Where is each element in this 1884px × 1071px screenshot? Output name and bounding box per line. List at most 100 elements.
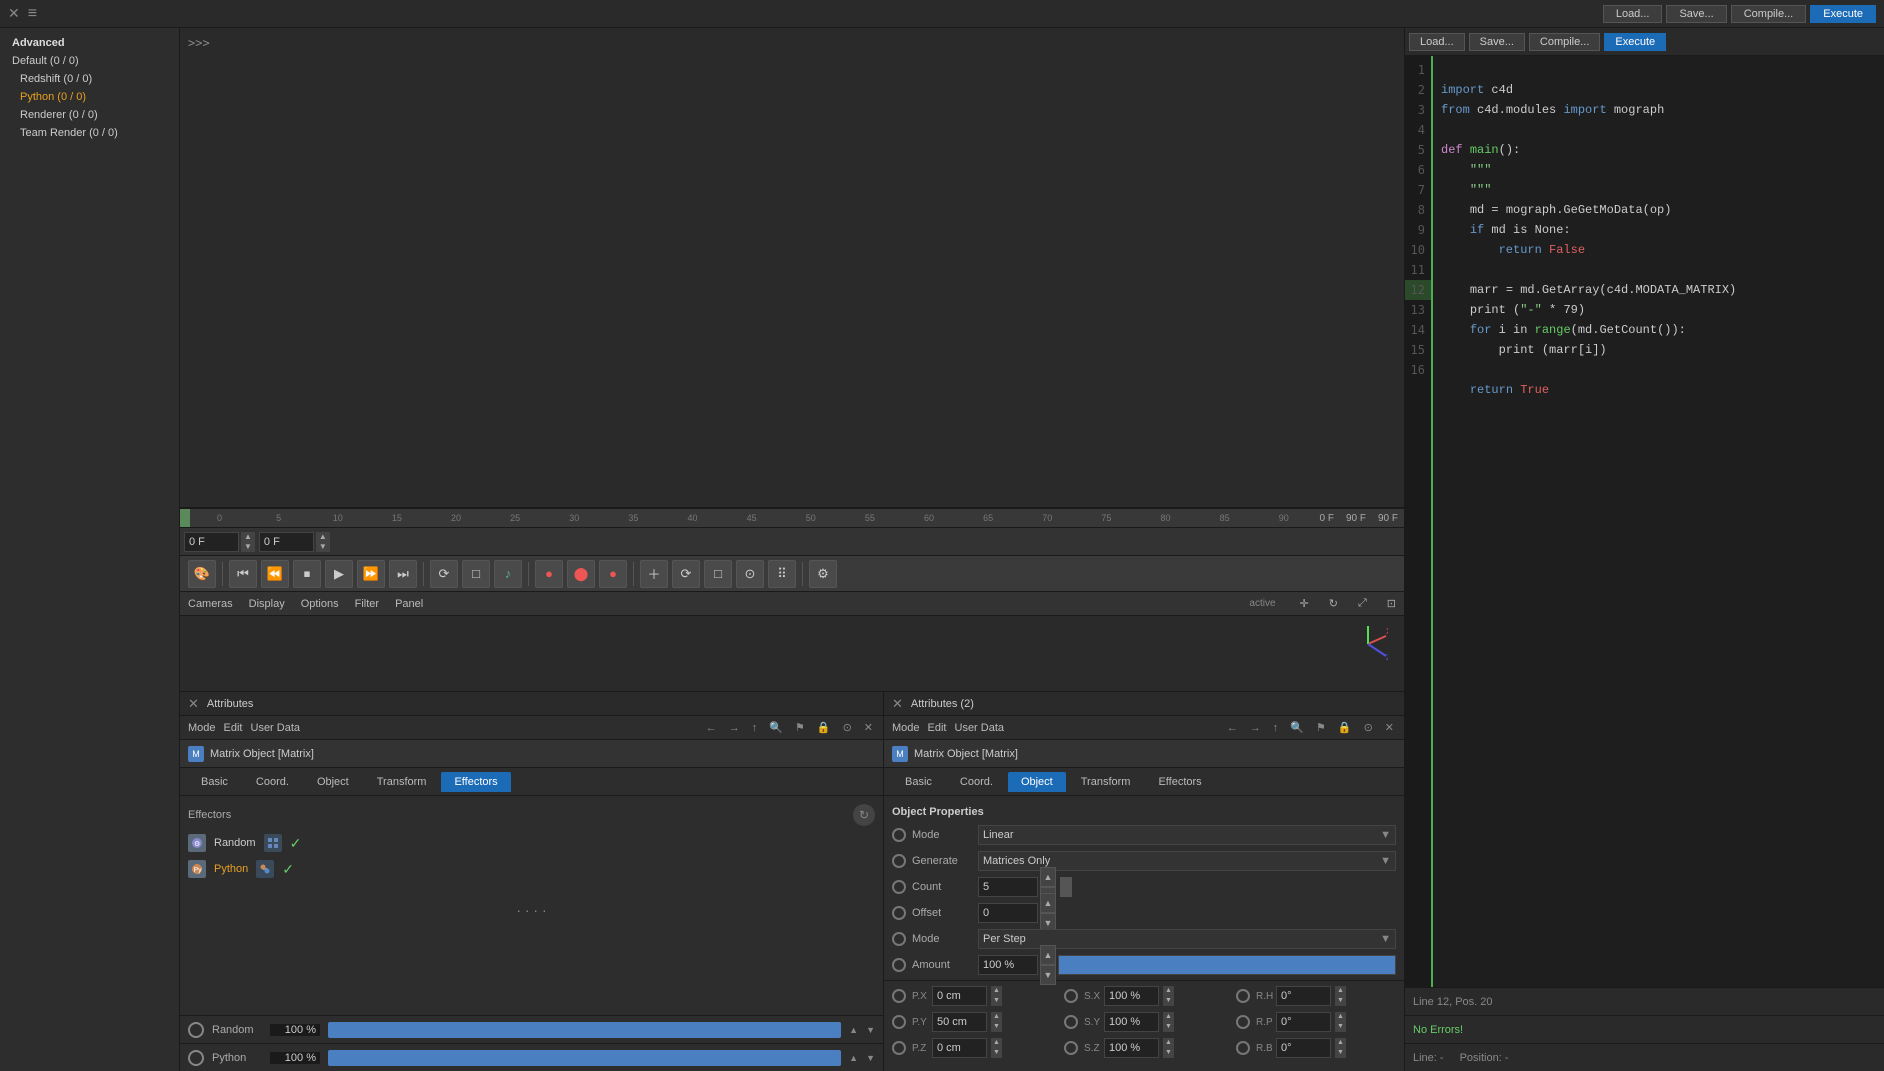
tab-coord-left[interactable]: Coord.: [243, 772, 302, 792]
pz-value[interactable]: 0 cm: [932, 1038, 987, 1058]
rec2-btn[interactable]: ⬤: [567, 560, 595, 588]
tab-transform-left[interactable]: Transform: [364, 772, 440, 792]
nav-search2-right[interactable]: ⚑: [1316, 721, 1326, 734]
py-value[interactable]: 50 cm: [932, 1012, 987, 1032]
amount-up[interactable]: ▲: [1040, 945, 1056, 965]
prop-circle-amount[interactable]: [892, 958, 906, 972]
sidebar-item-renderer[interactable]: Renderer (0 / 0): [0, 106, 179, 124]
sy-value[interactable]: 100 %: [1104, 1012, 1159, 1032]
viewport-menu-cameras[interactable]: Cameras: [188, 598, 233, 610]
attrs-userdata-left[interactable]: User Data: [251, 722, 301, 734]
prop-circle-generate[interactable]: [892, 854, 906, 868]
tab-basic-left[interactable]: Basic: [188, 772, 241, 792]
prop-circle-rh[interactable]: [1236, 989, 1250, 1003]
tab-effectors-right[interactable]: Effectors: [1145, 772, 1214, 792]
count-up[interactable]: ▲: [1040, 867, 1056, 887]
time-current-up[interactable]: ▲: [316, 532, 330, 542]
skip-end-btn[interactable]: ⏭: [389, 560, 417, 588]
sidebar-item-python[interactable]: Python (0 / 0): [0, 88, 179, 106]
px-up[interactable]: ▲: [991, 986, 1002, 996]
rec-btn[interactable]: ●: [535, 560, 563, 588]
prop-circle-offset[interactable]: [892, 906, 906, 920]
nav-circle-right[interactable]: ⊙: [1364, 721, 1373, 734]
loop-btn[interactable]: ⟳: [430, 560, 458, 588]
attrs-close-icon-right[interactable]: ✕: [892, 696, 903, 712]
nav-search1-right[interactable]: 🔍: [1290, 721, 1304, 734]
viewport-icon-rotate[interactable]: ↻: [1329, 597, 1338, 610]
sx-up[interactable]: ▲: [1163, 986, 1174, 996]
time-current-down[interactable]: ▼: [316, 542, 330, 552]
close-icon[interactable]: ✕: [8, 5, 20, 22]
attrs-mode-left[interactable]: Mode: [188, 722, 216, 734]
rh-up[interactable]: ▲: [1335, 986, 1346, 996]
sz-dn[interactable]: ▼: [1163, 1048, 1174, 1058]
sz-up[interactable]: ▲: [1163, 1038, 1174, 1048]
pz-dn[interactable]: ▼: [991, 1048, 1002, 1058]
python-slider-spin-dn[interactable]: ▼: [866, 1053, 875, 1063]
tab-basic-right[interactable]: Basic: [892, 772, 945, 792]
py-up[interactable]: ▲: [991, 1012, 1002, 1022]
audio-btn[interactable]: ♪: [494, 560, 522, 588]
attrs-close-icon-left[interactable]: ✕: [188, 696, 199, 712]
prop-circle-mode2[interactable]: [892, 932, 906, 946]
attrs-edit-left[interactable]: Edit: [224, 722, 243, 734]
random-slider-spin-up[interactable]: ▲: [849, 1025, 858, 1035]
console-output[interactable]: >>>: [180, 28, 1404, 507]
prop-circle-rp[interactable]: [1236, 1015, 1250, 1029]
time-start-input[interactable]: [184, 532, 239, 552]
gear-btn[interactable]: ⚙: [809, 560, 837, 588]
nav-up-right[interactable]: ↑: [1273, 722, 1279, 734]
square-btn[interactable]: □: [704, 560, 732, 588]
px-value[interactable]: 0 cm: [932, 986, 987, 1006]
random-slider-track[interactable]: [328, 1022, 841, 1038]
time-start-up[interactable]: ▲: [241, 532, 255, 542]
attrs-edit-right[interactable]: Edit: [928, 722, 947, 734]
tab-object-left[interactable]: Object: [304, 772, 362, 792]
viewport-icon-expand[interactable]: ⊡: [1387, 597, 1396, 610]
sx-value[interactable]: 100 %: [1104, 986, 1159, 1006]
next-frame-btn[interactable]: ⏩: [357, 560, 385, 588]
refresh-btn[interactable]: ⟳: [672, 560, 700, 588]
python-slider-track[interactable]: [328, 1050, 841, 1066]
prop-circle-mode[interactable]: [892, 828, 906, 842]
prop-circle-sx[interactable]: [1064, 989, 1078, 1003]
px-dn[interactable]: ▼: [991, 996, 1002, 1006]
execute-button[interactable]: Execute: [1810, 5, 1876, 23]
compile-button[interactable]: Compile...: [1731, 5, 1807, 23]
load-button[interactable]: Load...: [1603, 5, 1663, 23]
prop-circle-py[interactable]: [892, 1015, 906, 1029]
play-btn[interactable]: ▶: [325, 560, 353, 588]
code-load-btn[interactable]: Load...: [1409, 33, 1465, 51]
rp-up[interactable]: ▲: [1335, 1012, 1346, 1022]
nav-lock-left[interactable]: 🔒: [817, 721, 831, 734]
stop-btn[interactable]: ⏹: [293, 560, 321, 588]
save-button[interactable]: Save...: [1666, 5, 1726, 23]
nav-back-right[interactable]: ←: [1227, 722, 1238, 734]
rh-dn[interactable]: ▼: [1335, 996, 1346, 1006]
time-current-input[interactable]: [259, 532, 314, 552]
amount-input[interactable]: [978, 955, 1038, 975]
code-save-btn[interactable]: Save...: [1469, 33, 1525, 51]
rb-dn[interactable]: ▼: [1335, 1048, 1346, 1058]
skip-start-btn[interactable]: ⏮: [229, 560, 257, 588]
random-slider-spin-dn[interactable]: ▼: [866, 1025, 875, 1035]
attrs-mode-right[interactable]: Mode: [892, 722, 920, 734]
rp-value[interactable]: 0°: [1276, 1012, 1331, 1032]
prop-mode-dropdown[interactable]: Linear ▼: [978, 825, 1396, 845]
rb-value[interactable]: 0°: [1276, 1038, 1331, 1058]
menu-icon[interactable]: ≡: [28, 5, 37, 23]
code-compile-btn[interactable]: Compile...: [1529, 33, 1601, 51]
py-dn[interactable]: ▼: [991, 1022, 1002, 1032]
prop-circle-sy[interactable]: [1064, 1015, 1078, 1029]
sy-up[interactable]: ▲: [1163, 1012, 1174, 1022]
timeline-bar[interactable]: 0 5 10 15 20 25 30 35 40 45 50 55 60 65 …: [180, 508, 1404, 528]
sidebar-item-default[interactable]: Default (0 / 0): [0, 52, 179, 70]
add-btn[interactable]: ＋: [640, 560, 668, 588]
code-execute-btn[interactable]: Execute: [1604, 33, 1666, 51]
viewport-icon-move[interactable]: ✛: [1300, 597, 1309, 610]
nav-up-left[interactable]: ↑: [752, 722, 758, 734]
viewport-menu-filter[interactable]: Filter: [355, 598, 379, 610]
prev-frame-btn[interactable]: ⏪: [261, 560, 289, 588]
nav-circle-left[interactable]: ⊙: [843, 721, 852, 734]
rp-dn[interactable]: ▼: [1335, 1022, 1346, 1032]
